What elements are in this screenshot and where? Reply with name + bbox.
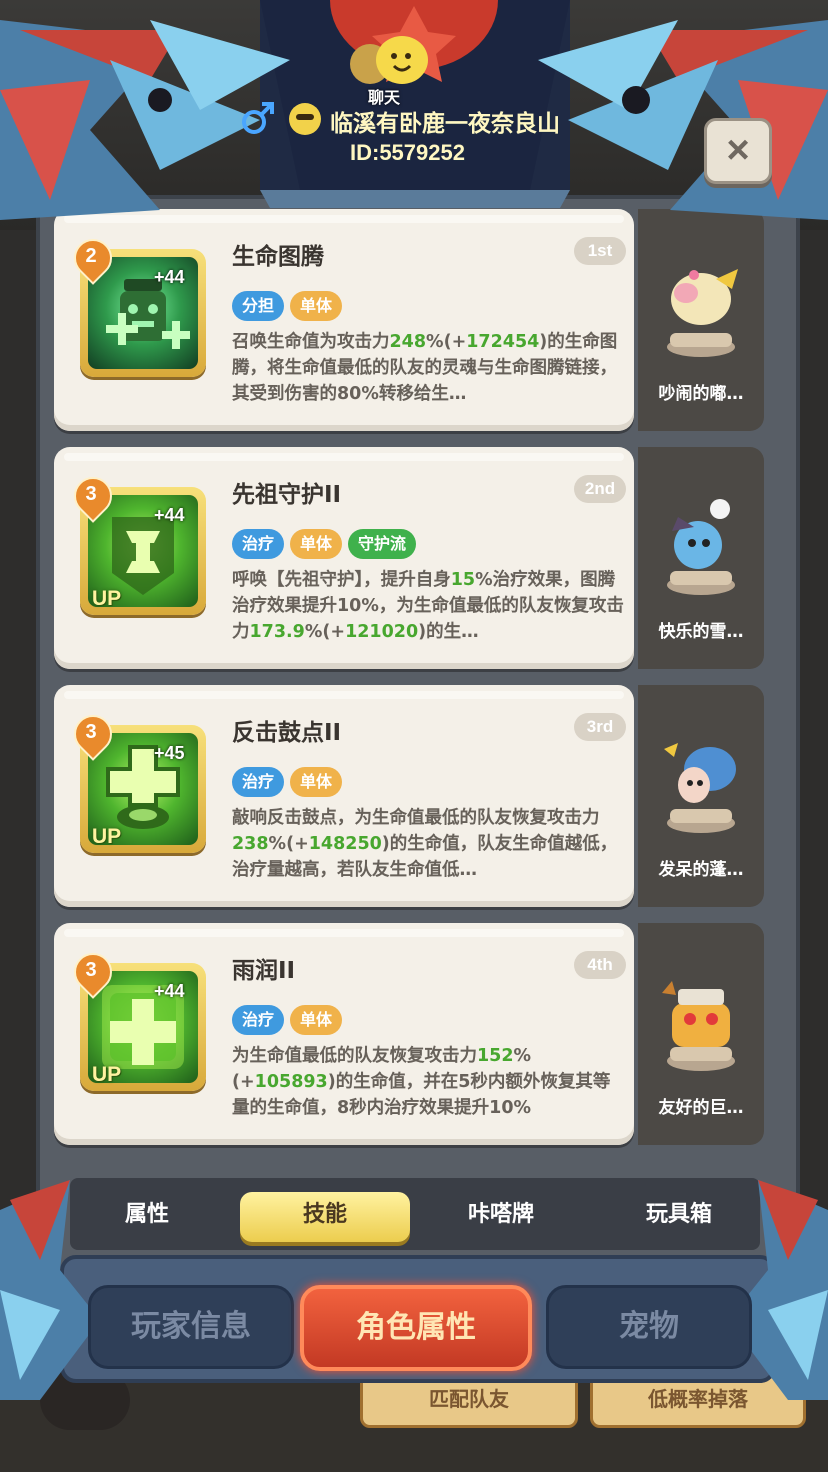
pet-name: 吵闹的嘟… — [658, 384, 744, 404]
skill-rank-badge: 2nd — [574, 475, 626, 503]
skill-upgrade-mark: UP — [92, 1063, 122, 1086]
tab-character-attributes[interactable]: 角色属性 — [300, 1285, 532, 1371]
skill-tag: 治疗 — [232, 767, 285, 797]
close-button[interactable]: × — [704, 118, 772, 184]
pet-name: 快乐的雪… — [658, 622, 744, 642]
skill-tag: 治疗 — [232, 529, 285, 559]
skill-upgrade-mark: UP — [92, 825, 122, 848]
tab-pets[interactable]: 宠物 — [546, 1285, 752, 1369]
skill-level-badge: 3 — [66, 707, 120, 761]
left-corner-ornament — [0, 1180, 100, 1400]
skill-rank-badge: 4th — [574, 951, 626, 979]
skill-title: 生命图腾 — [232, 244, 324, 270]
skill-rank-badge: 3rd — [574, 713, 626, 741]
pet-name: 友好的巨… — [658, 1098, 744, 1118]
skill-row[interactable]: 3 +44 UP 先祖守护II 2nd 治疗 单体 守护流 呼唤【先祖守护】，提… — [50, 443, 770, 671]
pet-slot[interactable]: 友好的巨… — [638, 923, 764, 1145]
skill-rank-badge: 1st — [574, 237, 626, 265]
pet-slot[interactable]: 吵闹的嘟… — [638, 209, 764, 431]
skill-description: 召唤生命值为攻击力248%(+172454)的生命图腾，将生命值最低的队友的灵魂… — [232, 332, 618, 404]
skill-card[interactable]: 3 +44 UP 雨润II 4th 治疗 单体 为生命值最低的队友恢复攻击力15… — [54, 923, 634, 1145]
skill-description: 呼唤【先祖守护】，提升自身15%治疗效果，图腾治疗效果提升10%，为生命值最低的… — [232, 570, 624, 642]
skill-plus-level: +44 — [154, 505, 185, 525]
skill-title: 雨润II — [232, 958, 296, 984]
skill-upgrade-mark: UP — [92, 587, 122, 610]
skill-title: 反击鼓点II — [232, 720, 342, 746]
skill-tags: 治疗 单体 — [232, 767, 343, 797]
skill-plus-level: +45 — [154, 743, 185, 763]
skill-level-badge: 3 — [66, 945, 120, 999]
pet-figure-icon — [667, 269, 738, 357]
skill-tag: 单体 — [290, 529, 343, 559]
male-gender-icon — [242, 102, 274, 134]
skill-tag: 单体 — [290, 291, 343, 321]
skill-title: 先祖守护II — [232, 482, 342, 508]
tab-skills[interactable]: 技能 — [240, 1192, 410, 1242]
skill-plus-level: +44 — [154, 267, 185, 287]
tab-player-info[interactable]: 玩家信息 — [88, 1285, 294, 1369]
user-avatar-icon — [289, 103, 321, 135]
skill-plus-level: +44 — [154, 981, 185, 1001]
pet-figure-icon — [667, 499, 735, 595]
tab-kada-cards[interactable]: 咔嗒牌 — [416, 1192, 586, 1242]
close-icon: × — [726, 128, 750, 172]
pet-figure-icon — [664, 743, 736, 833]
skill-card[interactable]: 3 +45 UP 反击鼓点II 3rd 治疗 单体 敲响反击鼓点，为生命值最低的… — [54, 685, 634, 907]
skill-card[interactable]: 2 +44 生命图腾 1st 分担 单体 召唤生命值为攻击力248%(+1724… — [54, 209, 634, 431]
skill-description: 敲响反击鼓点，为生命值最低的队友恢复攻击力238%(+148250)的生命值，队… — [232, 808, 618, 880]
pet-slot[interactable]: 发呆的蓬… — [638, 685, 764, 907]
skill-row[interactable]: 3 +45 UP 反击鼓点II 3rd 治疗 单体 敲响反击鼓点，为生命值最低的… — [50, 681, 770, 909]
skill-tag: 治疗 — [232, 1005, 285, 1035]
skill-tag: 单体 — [290, 767, 343, 797]
skill-tag: 分担 — [232, 291, 285, 321]
skill-tags: 治疗 单体 守护流 — [232, 529, 417, 559]
skill-tag: 守护流 — [348, 529, 417, 559]
pet-name: 发呆的蓬… — [658, 860, 744, 880]
skill-tags: 治疗 单体 — [232, 1005, 343, 1035]
chat-bubble-icon[interactable] — [346, 34, 432, 90]
skill-tags: 分担 单体 — [232, 291, 343, 321]
user-id: ID:5579252 — [350, 140, 465, 165]
skill-description: 为生命值最低的队友恢复攻击力152%(+105893)的生命值，并在5秒内额外恢… — [232, 1046, 611, 1118]
pet-figure-icon — [662, 981, 735, 1071]
skill-level-badge: 2 — [66, 231, 120, 285]
username: 临溪有卧鹿一夜奈良山 — [330, 111, 560, 137]
skill-row[interactable]: 2 +44 生命图腾 1st 分担 单体 召唤生命值为攻击力248%(+1724… — [50, 205, 770, 433]
pet-slot[interactable]: 快乐的雪… — [638, 447, 764, 669]
skill-row[interactable]: 3 +44 UP 雨润II 4th 治疗 单体 为生命值最低的队友恢复攻击力15… — [50, 919, 770, 1147]
skill-card[interactable]: 3 +44 UP 先祖守护II 2nd 治疗 单体 守护流 呼唤【先祖守护】，提… — [54, 447, 634, 669]
skill-level-badge: 3 — [66, 469, 120, 523]
skill-tag: 单体 — [290, 1005, 343, 1035]
